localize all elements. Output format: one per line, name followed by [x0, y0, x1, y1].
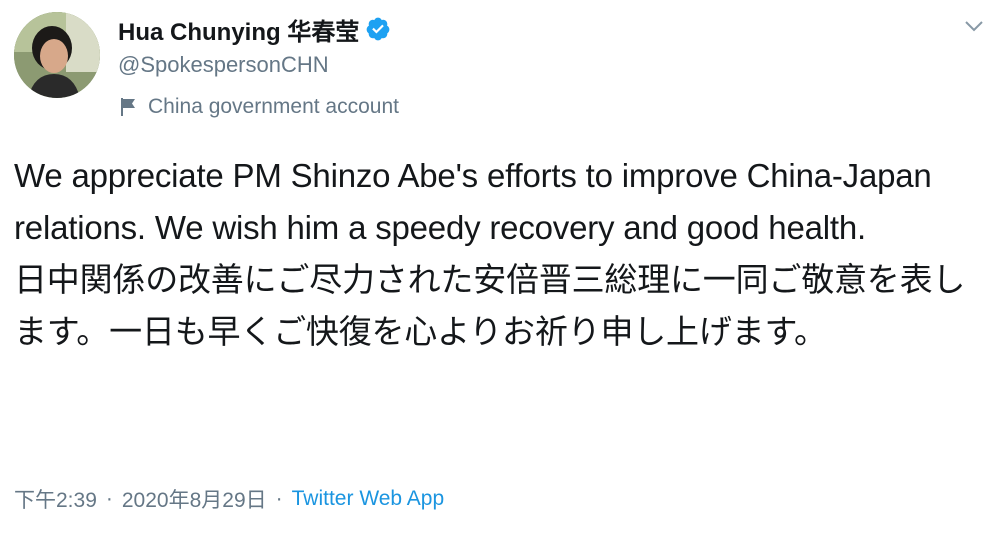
- name-row: Hua Chunying 华春莹: [118, 12, 938, 46]
- tweet-text: We appreciate PM Shinzo Abe's efforts to…: [14, 150, 984, 358]
- user-handle[interactable]: @SpokespersonCHN: [118, 50, 938, 80]
- tweet-metadata: 下午2:39 · 2020年8月29日 · Twitter Web App: [14, 484, 444, 514]
- tweet-text-english: We appreciate PM Shinzo Abe's efforts to…: [14, 157, 941, 246]
- government-flag-icon: [118, 96, 140, 118]
- tweet-date[interactable]: 2020年8月29日: [122, 484, 267, 514]
- display-name[interactable]: Hua Chunying 华春莹: [118, 12, 359, 47]
- tweet-source-link[interactable]: Twitter Web App: [292, 487, 445, 511]
- tweet-header: Hua Chunying 华春莹 @SpokespersonCHN China …: [118, 12, 938, 122]
- account-label: China government account: [118, 92, 938, 122]
- meta-separator: ·: [105, 487, 113, 510]
- avatar[interactable]: [14, 12, 100, 98]
- tweet-time[interactable]: 下午2:39: [14, 484, 97, 514]
- chevron-down-icon[interactable]: [962, 14, 986, 38]
- verified-badge-icon: [365, 16, 391, 42]
- account-label-text[interactable]: China government account: [148, 95, 399, 119]
- meta-separator: ·: [275, 487, 283, 510]
- tweet-text-japanese: 日中関係の改善にご尽力された安倍晋三総理に一同ご敬意を表します。一日も早くご快復…: [14, 261, 966, 350]
- tweet-card: Hua Chunying 华春莹 @SpokespersonCHN China …: [0, 0, 1000, 533]
